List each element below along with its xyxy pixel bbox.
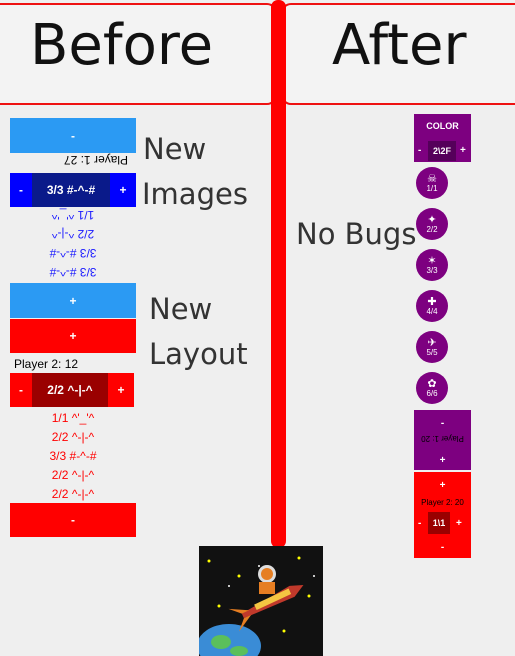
after-title: After (332, 13, 467, 78)
before-title: Before (30, 13, 214, 78)
circle-label: 2/2 (426, 224, 438, 234)
p1-inc-button[interactable]: + (110, 173, 136, 207)
label-new-images-2: Images (142, 177, 248, 211)
p1-plus-button[interactable]: + (10, 283, 136, 318)
circle-label: 6/6 (426, 388, 438, 398)
after-p2-inc[interactable]: + (456, 518, 462, 529)
rocket-image (199, 556, 315, 656)
label-new-layout-1: New (149, 292, 213, 326)
after-p2-name: Player 2: 20 (421, 498, 464, 507)
counter-circle[interactable]: ✈ 5/5 (416, 331, 448, 363)
plane-icon: ✈ (427, 336, 437, 349)
p2-history-item: 1/1 ^'_'^ (51, 411, 95, 425)
label-no-bugs: No Bugs (296, 217, 417, 251)
color-button[interactable]: COLOR (414, 121, 471, 131)
circle-label: 5/5 (426, 347, 438, 357)
p1-minus-button[interactable]: - (10, 118, 136, 153)
p1-counter[interactable]: 3/3 #-^-# (32, 173, 110, 207)
after-p2-plus[interactable]: + (414, 480, 471, 491)
after-p1-minus[interactable]: - (414, 418, 471, 429)
p1-history-item: 1/1 ^'_'^ (51, 208, 95, 222)
after-top-counter[interactable]: 2\2F (428, 141, 456, 161)
p1-history-item: 3/3 #-^-# (49, 246, 97, 260)
p2-history-item: 2/2 ^-|-^ (51, 430, 95, 444)
counter-circle[interactable]: ☠ 1/1 (416, 167, 448, 199)
after-p2-minus[interactable]: - (414, 542, 471, 553)
cross-icon: ✚ (427, 295, 437, 308)
p2-dec-button[interactable]: - (10, 373, 32, 407)
p2-inc-button[interactable]: + (108, 373, 134, 407)
circle-label: 1/1 (426, 183, 438, 193)
after-p2-dec[interactable]: - (418, 518, 421, 529)
p2-history-item: 2/2 ^-|-^ (51, 468, 95, 482)
label-new-layout-2: Layout (149, 337, 248, 371)
p1-history-item: 2/2 ^-|-^ (51, 227, 95, 241)
p2-history-item: 3/3 #-^-# (49, 449, 97, 463)
p2-history-item: 2/2 ^-|-^ (51, 487, 95, 501)
skull-icon: ☠ (427, 172, 437, 185)
counter-circle[interactable]: ✦ 2/2 (416, 208, 448, 240)
after-top-inc[interactable]: + (460, 145, 466, 156)
p1-name: Player 1: 27 (63, 153, 129, 167)
circle-label: 4/4 (426, 306, 438, 316)
after-top-dec[interactable]: - (418, 145, 421, 156)
after-p2-counter[interactable]: 1\1 (428, 512, 450, 534)
p2-minus-button[interactable]: - (10, 503, 136, 537)
p1-history-item: 3/3 #-^-# (49, 265, 97, 279)
after-p1-plus[interactable]: + (414, 455, 471, 466)
star-icon: ✶ (427, 254, 437, 267)
center-divider (271, 0, 286, 548)
p2-name: Player 2: 12 (14, 357, 79, 371)
p2-counter[interactable]: 2/2 ^-|-^ (32, 373, 108, 407)
counter-circle[interactable]: ✶ 3/3 (416, 249, 448, 281)
counter-circle[interactable]: ✚ 4/4 (416, 290, 448, 322)
p1-dec-button[interactable]: - (10, 173, 32, 207)
label-new-images-1: New (143, 132, 207, 166)
flower-icon: ✿ (427, 377, 437, 390)
circle-label: 3/3 (426, 265, 438, 275)
counter-circle[interactable]: ✿ 6/6 (416, 372, 448, 404)
after-p1-name: Player 1: 20 (421, 434, 464, 443)
p2-plus-button[interactable]: + (10, 319, 136, 353)
spark-icon: ✦ (427, 213, 437, 226)
rocket-illustration (199, 546, 323, 656)
